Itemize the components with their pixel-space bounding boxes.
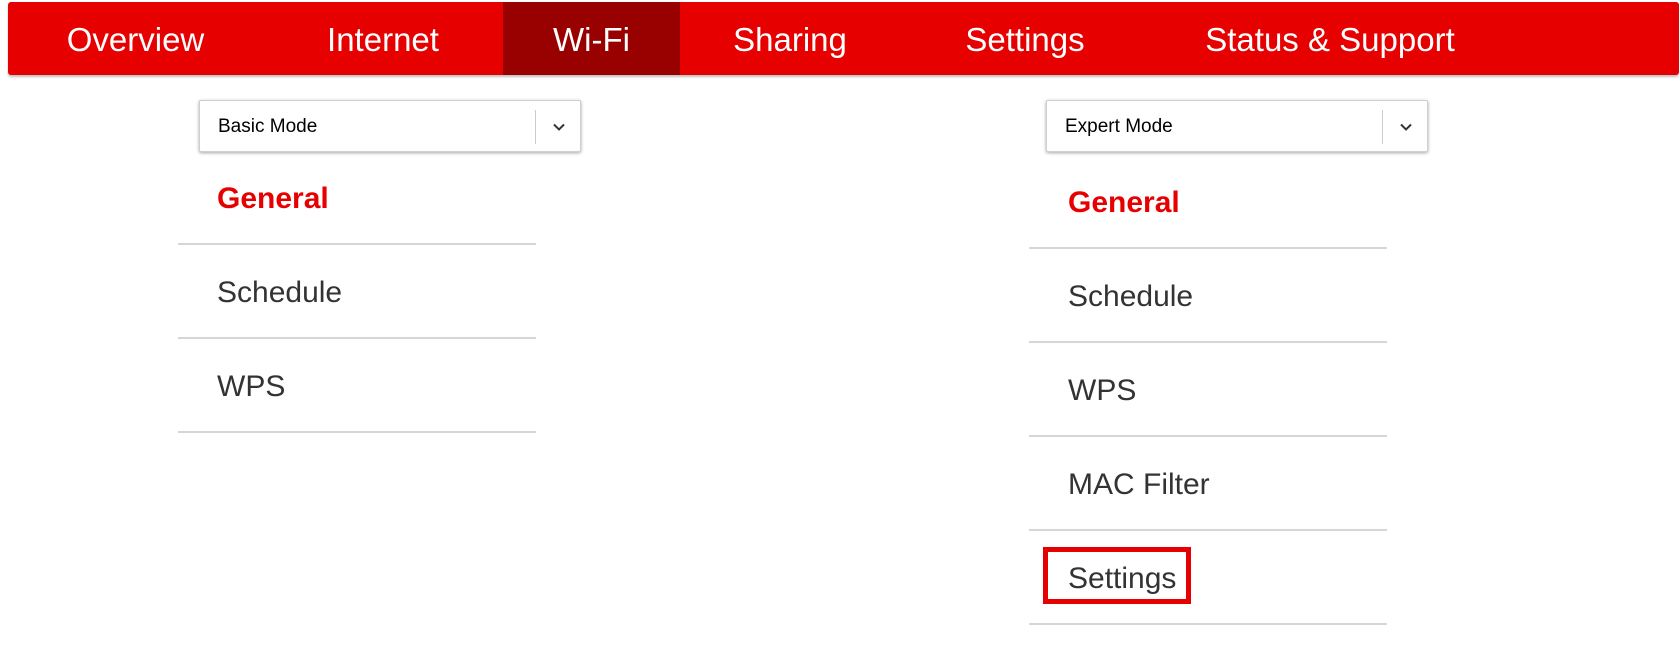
select-divider: [535, 110, 536, 144]
menu-item-label: WPS: [217, 370, 286, 403]
nav-tab-internet[interactable]: Internet: [263, 2, 503, 75]
nav-tab-settings[interactable]: Settings: [900, 2, 1150, 75]
menu-item-wps[interactable]: WPS: [1029, 344, 1387, 437]
chevron-down-icon[interactable]: [1398, 119, 1414, 135]
chevron-down-icon[interactable]: [551, 119, 567, 135]
menu-item-label: WPS: [1068, 374, 1137, 407]
menu-item-label: General: [217, 182, 329, 215]
menu-item-wps[interactable]: WPS: [178, 340, 536, 433]
menu-item-mac-filter[interactable]: MAC Filter: [1029, 438, 1387, 531]
menu-item-schedule[interactable]: Schedule: [178, 246, 536, 339]
nav-tab-status-support[interactable]: Status & Support: [1150, 2, 1510, 75]
nav-tab-wifi[interactable]: Wi-Fi: [503, 2, 680, 75]
menu-item-label: General: [1068, 186, 1180, 219]
basic-mode-select[interactable]: Basic Mode: [199, 100, 581, 152]
nav-tab-sharing[interactable]: Sharing: [680, 2, 900, 75]
mode-select-value: Expert Mode: [1065, 116, 1173, 137]
main-nav-bar: Overview Internet Wi-Fi Sharing Settings…: [8, 2, 1679, 75]
select-divider: [1382, 110, 1383, 144]
nav-tab-overview[interactable]: Overview: [8, 2, 263, 75]
mode-select-value: Basic Mode: [218, 116, 318, 137]
menu-item-label: Settings: [1068, 562, 1177, 595]
menu-item-label: MAC Filter: [1068, 468, 1210, 501]
menu-item-schedule[interactable]: Schedule: [1029, 250, 1387, 343]
menu-item-general[interactable]: General: [178, 152, 536, 245]
menu-item-general[interactable]: General: [1029, 156, 1387, 249]
menu-item-settings[interactable]: Settings: [1029, 532, 1387, 625]
menu-item-label: Schedule: [1068, 280, 1194, 313]
expert-mode-select[interactable]: Expert Mode: [1046, 100, 1428, 152]
menu-item-label: Schedule: [217, 276, 343, 309]
